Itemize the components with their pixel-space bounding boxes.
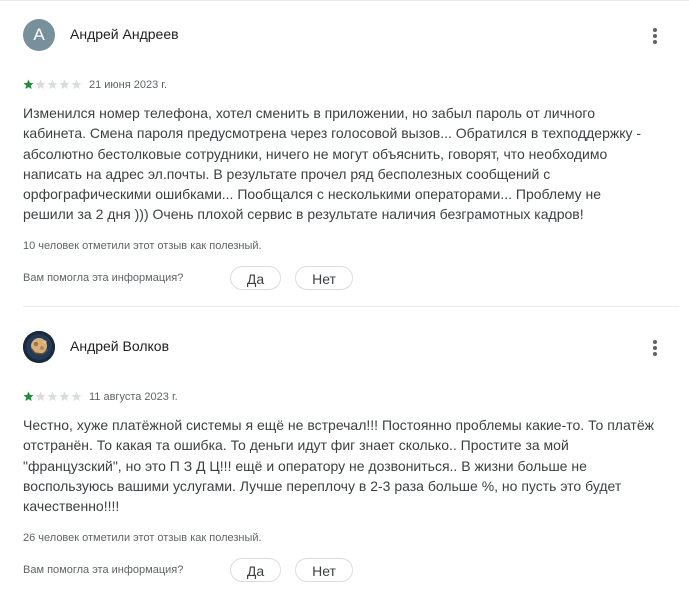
more-options-icon[interactable] (643, 333, 667, 361)
star-filled-icon (23, 391, 34, 402)
avatar[interactable] (23, 331, 55, 363)
review-text-line: Честно, хуже платёжной системы я ещё не … (23, 417, 654, 433)
review-divider (23, 306, 679, 307)
yes-button[interactable]: Да (230, 266, 281, 290)
helpful-count: 26 человек отметили этот отзыв как полез… (23, 532, 262, 544)
helpful-count: 10 человек отметили этот отзыв как полез… (23, 240, 262, 252)
star-empty-icon (35, 79, 46, 90)
star-empty-icon (71, 79, 82, 90)
review-date: 11 августа 2023 г. (89, 391, 178, 403)
star-rating (23, 79, 83, 91)
helpful-feedback: Вам помогла эта информация? Да Нет (23, 558, 423, 584)
review-text-line: Изменился номер телефона, хотел сменить … (23, 105, 596, 121)
star-empty-icon (59, 391, 70, 402)
avatar[interactable]: А (23, 19, 55, 51)
star-empty-icon (47, 391, 58, 402)
review-header: Андрей Волков (23, 331, 663, 363)
review-date: 21 июня 2023 г. (89, 79, 168, 91)
review-text-line: качественно!!!! (23, 498, 120, 515)
review-text-line: "французский", но это П З Д Ц!!! ещё и о… (23, 457, 587, 474)
more-options-icon[interactable] (643, 21, 667, 49)
review-meta: 21 июня 2023 г. (23, 78, 423, 94)
user-photo-avatar-icon (23, 331, 55, 363)
author-name: Андрей Волков (70, 338, 170, 354)
review-text: Честно, хуже платёжной системы я ещё не … (23, 415, 673, 516)
review-text-line: воспользуюсь вашими услугами. Лучше пере… (23, 477, 622, 494)
star-empty-icon (71, 391, 82, 402)
review-text: Изменился номер телефона, хотел сменить … (23, 103, 673, 225)
review-header: А Андрей Андреев (23, 19, 663, 51)
helpful-question: Вам помогла эта информация? (23, 564, 184, 576)
helpful-question: Вам помогла эта информация? (23, 272, 184, 284)
review-text-line: абсолютно бестолковые сотрудники, ничего… (23, 145, 608, 162)
yes-button[interactable]: Да (230, 558, 281, 582)
review-text-line: решили за 2 дня ))) Очень плохой сервис … (23, 206, 584, 223)
star-filled-icon (23, 79, 34, 90)
no-button[interactable]: Нет (295, 558, 353, 582)
review-text-line: орфографическими ошибками... Пообщался с… (23, 186, 602, 203)
no-button[interactable]: Нет (295, 266, 353, 290)
review-text-line: написать на адрес эл.почты. В результате… (23, 165, 551, 182)
star-rating (23, 391, 83, 403)
review-text-line: отстранён. То какая та ошибка. То деньги… (23, 437, 569, 454)
author-name: Андрей Андреев (70, 26, 179, 42)
top-divider (0, 0, 689, 1)
star-empty-icon (35, 391, 46, 402)
star-empty-icon (47, 79, 58, 90)
review-text-line: кабинета. Смена пароля предусмотрена чер… (23, 125, 642, 142)
review-meta: 11 августа 2023 г. (23, 390, 423, 406)
helpful-feedback: Вам помогла эта информация? Да Нет (23, 266, 423, 292)
star-empty-icon (59, 79, 70, 90)
